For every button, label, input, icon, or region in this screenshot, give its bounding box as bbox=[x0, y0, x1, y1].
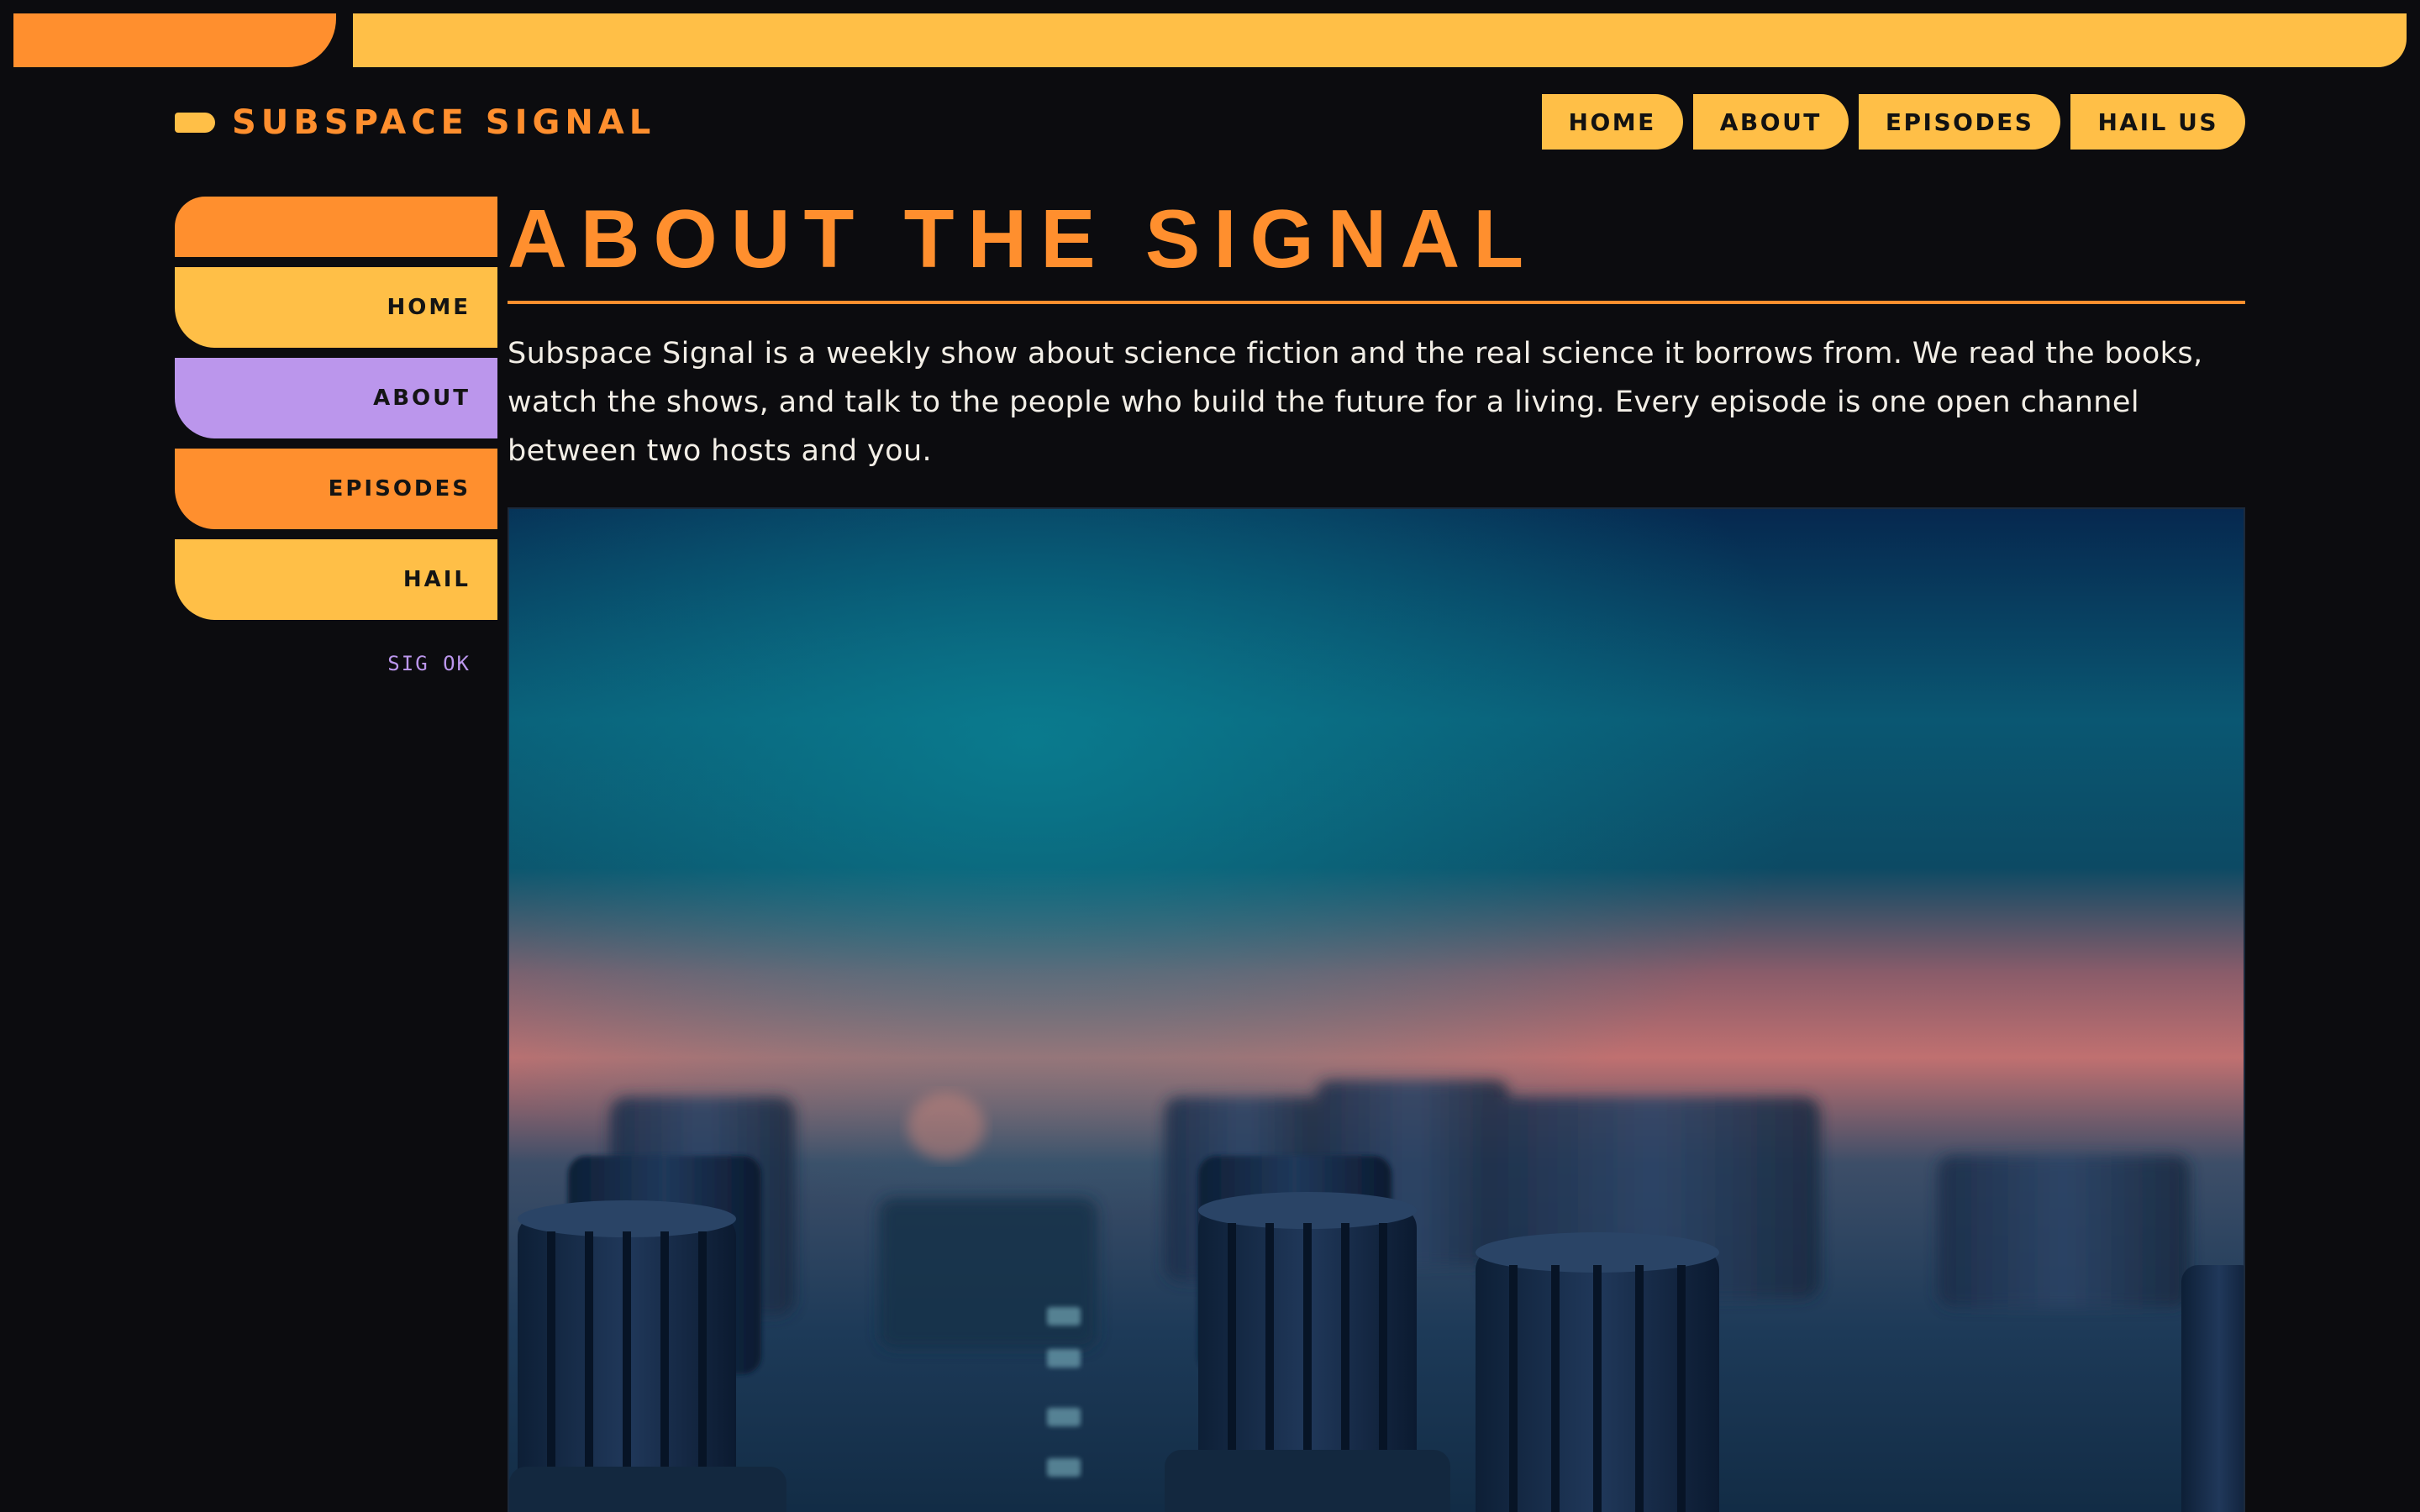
page: SUBSPACE SIGNAL HOME ABOUT EPISODES HAIL… bbox=[0, 0, 2420, 1512]
page-title: ABOUT THE SIGNAL bbox=[508, 192, 1538, 285]
title-divider bbox=[508, 301, 2245, 304]
top-nav: HOME ABOUT EPISODES HAIL US bbox=[1541, 94, 2245, 150]
top-nav-episodes[interactable]: EPISODES bbox=[1858, 94, 2061, 150]
top-frame-bar-right bbox=[353, 13, 2407, 67]
top-nav-home[interactable]: HOME bbox=[1541, 94, 1683, 150]
main-content: ABOUT THE SIGNAL Subspace Signal is a we… bbox=[508, 197, 2245, 475]
intro-paragraph: Subspace Signal is a weekly show about s… bbox=[508, 337, 2203, 468]
sidebar: HOME ABOUT EPISODES HAIL SIG OK bbox=[175, 197, 497, 675]
signal-status: SIG OK bbox=[387, 652, 471, 675]
mixing-console-photo-icon bbox=[509, 509, 2244, 1512]
brand-pill-icon bbox=[175, 113, 215, 133]
sidebar-cap bbox=[175, 197, 497, 257]
sidebar-item-home[interactable]: HOME bbox=[175, 267, 497, 348]
top-nav-about[interactable]: ABOUT bbox=[1692, 94, 1849, 150]
hero-image bbox=[508, 507, 2245, 1512]
brand-name: SUBSPACE SIGNAL bbox=[232, 103, 656, 142]
sidebar-item-hail[interactable]: HAIL bbox=[175, 539, 497, 620]
sidebar-item-about[interactable]: ABOUT bbox=[175, 358, 497, 438]
brand-logo[interactable]: SUBSPACE SIGNAL bbox=[175, 99, 655, 146]
sidebar-item-episodes[interactable]: EPISODES bbox=[175, 449, 497, 529]
top-frame-bar-left bbox=[13, 13, 336, 67]
top-nav-hail-us[interactable]: HAIL US bbox=[2070, 94, 2245, 150]
